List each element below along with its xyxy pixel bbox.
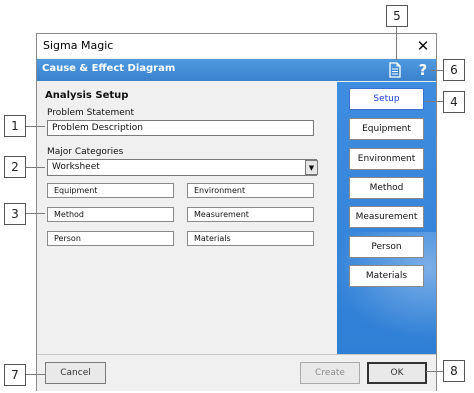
- chevron-down-icon[interactable]: ▼: [305, 160, 318, 175]
- category-measurement[interactable]: Measurement: [187, 207, 314, 222]
- callout-6: 6: [443, 59, 465, 81]
- problem-statement-input[interactable]: Problem Description: [47, 120, 314, 136]
- callout-4-leader: [425, 101, 443, 102]
- sidebar-materials-button[interactable]: Materials: [349, 265, 424, 287]
- category-method[interactable]: Method: [47, 207, 174, 222]
- header-banner: Cause & Effect Diagram ?: [37, 59, 436, 81]
- sidebar-measurement-button[interactable]: Measurement: [349, 206, 424, 228]
- callout-3: 3: [4, 203, 26, 225]
- sigma-magic-dialog: Sigma Magic ✕ Cause & Effect Diagram ? A…: [36, 33, 437, 391]
- sidebar-environment-button[interactable]: Environment: [349, 148, 424, 170]
- sidebar-method-button[interactable]: Method: [349, 177, 424, 199]
- title-bar: Sigma Magic ✕: [37, 34, 436, 58]
- create-button[interactable]: Create: [300, 362, 360, 384]
- main-panel: Analysis Setup Problem Statement Problem…: [37, 82, 337, 354]
- callout-1: 1: [4, 115, 26, 137]
- sidebar-panel: Setup Equipment Environment Method Measu…: [337, 82, 436, 354]
- major-categories-select[interactable]: Worksheet: [47, 159, 317, 176]
- problem-statement-label: Problem Statement: [47, 108, 135, 118]
- analysis-setup-heading: Analysis Setup: [45, 90, 129, 101]
- category-person[interactable]: Person: [47, 231, 174, 246]
- callout-5: 5: [386, 5, 408, 27]
- sidebar-equipment-button[interactable]: Equipment: [349, 118, 424, 140]
- callout-1-leader: [26, 126, 45, 127]
- callout-6-leader: [430, 70, 443, 71]
- sidebar-setup-button[interactable]: Setup: [349, 88, 424, 110]
- callout-5-leader: [396, 27, 397, 60]
- dialog-heading: Cause & Effect Diagram: [42, 63, 176, 74]
- category-equipment[interactable]: Equipment: [47, 183, 174, 198]
- window-title: Sigma Magic: [43, 39, 114, 52]
- close-icon[interactable]: ✕: [413, 36, 433, 56]
- callout-8-leader: [426, 371, 443, 372]
- callout-2: 2: [4, 156, 26, 178]
- category-materials[interactable]: Materials: [187, 231, 314, 246]
- callout-8: 8: [443, 360, 465, 382]
- major-categories-label: Major Categories: [47, 147, 124, 157]
- callout-3-leader: [26, 213, 45, 214]
- sidebar-person-button[interactable]: Person: [349, 236, 424, 258]
- callout-2-leader: [26, 167, 45, 168]
- callout-7: 7: [4, 364, 26, 386]
- help-icon[interactable]: ?: [415, 60, 431, 80]
- ok-button[interactable]: OK: [367, 362, 427, 384]
- footer-bar: Cancel Create OK: [37, 354, 436, 391]
- callout-4: 4: [443, 91, 465, 113]
- callout-7-leader: [26, 374, 45, 375]
- document-icon[interactable]: [387, 62, 403, 78]
- cancel-button[interactable]: Cancel: [45, 362, 106, 384]
- category-environment[interactable]: Environment: [187, 183, 314, 198]
- major-categories-value: Worksheet: [52, 162, 100, 172]
